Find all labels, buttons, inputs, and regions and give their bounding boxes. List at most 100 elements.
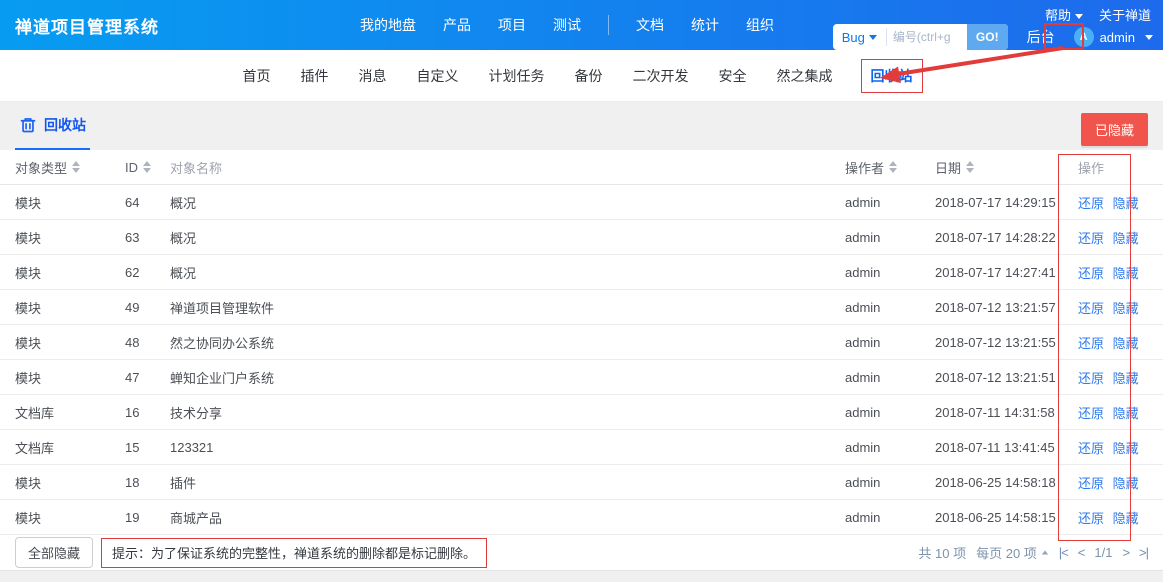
hide-link[interactable]: 隐藏 bbox=[1113, 196, 1139, 211]
hide-link[interactable]: 隐藏 bbox=[1113, 406, 1139, 421]
restore-link[interactable]: 还原 bbox=[1078, 336, 1104, 351]
cell-actions: 还原 隐藏 bbox=[1065, 368, 1148, 387]
sort-icon bbox=[966, 161, 974, 173]
subnav-item[interactable]: 备份 bbox=[573, 59, 605, 93]
pager-page-indicator: 1/1 bbox=[1094, 545, 1112, 560]
main-nav-item[interactable]: 统计 bbox=[691, 15, 719, 35]
column-header-type[interactable]: 对象类型 bbox=[15, 158, 125, 177]
cell-object-name: 技术分享 bbox=[170, 403, 845, 422]
about-link[interactable]: 关于禅道 bbox=[1099, 5, 1151, 24]
cell-date: 2018-07-17 14:29:15 bbox=[935, 195, 1065, 210]
restore-link[interactable]: 还原 bbox=[1078, 406, 1104, 421]
column-header-id[interactable]: ID bbox=[125, 160, 170, 175]
restore-link[interactable]: 还原 bbox=[1078, 231, 1104, 246]
cell-actor: admin bbox=[845, 195, 935, 210]
help-link[interactable]: 帮助 bbox=[1045, 5, 1083, 24]
section-title: 回收站 bbox=[44, 115, 86, 135]
cell-object-type: 模块 bbox=[15, 263, 125, 282]
go-button[interactable]: GO! bbox=[967, 24, 1008, 50]
chevron-down-icon bbox=[1075, 14, 1083, 19]
restore-link[interactable]: 还原 bbox=[1078, 196, 1104, 211]
main-nav-item[interactable]: 测试 bbox=[553, 15, 581, 35]
quick-search-group: Bug GO! bbox=[833, 24, 1008, 50]
admin-panel-link[interactable]: 后台 bbox=[1021, 25, 1061, 49]
hint-text: 提示：为了保证系统的完整性，禅道系统的删除都是标记删除。 bbox=[101, 538, 487, 568]
subnav-item[interactable]: 然之集成 bbox=[775, 59, 835, 93]
cell-id: 48 bbox=[125, 335, 170, 350]
hide-link[interactable]: 隐藏 bbox=[1113, 301, 1139, 316]
subnav-item[interactable]: 消息 bbox=[357, 59, 389, 93]
cell-date: 2018-07-11 14:31:58 bbox=[935, 405, 1065, 420]
cell-actions: 还原 隐藏 bbox=[1065, 508, 1148, 527]
cell-object-type: 文档库 bbox=[15, 438, 125, 457]
hide-link[interactable]: 隐藏 bbox=[1113, 476, 1139, 491]
cell-actor: admin bbox=[845, 440, 935, 455]
pager-prev-button[interactable]: < bbox=[1078, 545, 1085, 560]
hide-link[interactable]: 隐藏 bbox=[1113, 336, 1139, 351]
hide-link[interactable]: 隐藏 bbox=[1113, 441, 1139, 456]
table-row: 模块 62 概况 admin 2018-07-17 14:27:41 还原 隐藏 bbox=[0, 255, 1163, 290]
column-header-actor[interactable]: 操作者 bbox=[845, 158, 935, 177]
chevron-down-icon bbox=[1145, 35, 1153, 40]
subnav-item[interactable]: 二次开发 bbox=[631, 59, 691, 93]
hidden-filter-button[interactable]: 已隐藏 bbox=[1081, 113, 1148, 146]
restore-link[interactable]: 还原 bbox=[1078, 266, 1104, 281]
subnav-item[interactable]: 首页 bbox=[241, 59, 273, 93]
table-row: 模块 63 概况 admin 2018-07-17 14:28:22 还原 隐藏 bbox=[0, 220, 1163, 255]
cell-object-type: 模块 bbox=[15, 298, 125, 317]
subnav-item[interactable]: 安全 bbox=[717, 59, 749, 93]
table-row: 模块 49 禅道项目管理软件 admin 2018-07-12 13:21:57… bbox=[0, 290, 1163, 325]
pager-next-button[interactable]: > bbox=[1122, 545, 1129, 560]
subnav-item[interactable]: 回收站 bbox=[861, 59, 923, 93]
cell-id: 15 bbox=[125, 440, 170, 455]
cell-object-name: 概况 bbox=[170, 263, 845, 282]
cell-date: 2018-07-12 13:21:55 bbox=[935, 335, 1065, 350]
search-module-dropdown[interactable]: Bug bbox=[833, 24, 886, 50]
cell-actor: admin bbox=[845, 265, 935, 280]
hide-link[interactable]: 隐藏 bbox=[1113, 371, 1139, 386]
restore-link[interactable]: 还原 bbox=[1078, 511, 1104, 526]
pager-per-page[interactable]: 每页 20 项 bbox=[976, 543, 1049, 562]
restore-link[interactable]: 还原 bbox=[1078, 371, 1104, 386]
cell-actor: admin bbox=[845, 475, 935, 490]
app-title: 禅道项目管理系统 bbox=[15, 13, 159, 38]
header-toolbar: Bug GO! 后台 A admin bbox=[833, 24, 1153, 50]
cell-id: 19 bbox=[125, 510, 170, 525]
cell-id: 16 bbox=[125, 405, 170, 420]
user-menu[interactable]: A admin bbox=[1074, 27, 1153, 47]
sort-icon bbox=[72, 161, 80, 173]
restore-link[interactable]: 还原 bbox=[1078, 476, 1104, 491]
cell-object-name: 插件 bbox=[170, 473, 845, 492]
main-nav-item[interactable]: 组织 bbox=[746, 15, 774, 35]
hide-link[interactable]: 隐藏 bbox=[1113, 511, 1139, 526]
table-row: 模块 18 插件 admin 2018-06-25 14:58:18 还原 隐藏 bbox=[0, 465, 1163, 500]
cell-object-type: 模块 bbox=[15, 333, 125, 352]
subnav-item[interactable]: 计划任务 bbox=[487, 59, 547, 93]
subnav-item[interactable]: 插件 bbox=[299, 59, 331, 93]
table-row: 模块 47 蝉知企业门户系统 admin 2018-07-12 13:21:51… bbox=[0, 360, 1163, 395]
hide-all-button[interactable]: 全部隐藏 bbox=[15, 537, 93, 568]
hide-link[interactable]: 隐藏 bbox=[1113, 231, 1139, 246]
cell-object-name: 蝉知企业门户系统 bbox=[170, 368, 845, 387]
tab-recycle-bin[interactable]: 回收站 bbox=[15, 102, 90, 150]
subnav-item[interactable]: 自定义 bbox=[415, 59, 461, 93]
cell-object-name: 禅道项目管理软件 bbox=[170, 298, 845, 317]
pager-first-button[interactable]: |< bbox=[1059, 545, 1068, 560]
hide-link[interactable]: 隐藏 bbox=[1113, 266, 1139, 281]
sort-icon bbox=[889, 161, 897, 173]
column-header-date[interactable]: 日期 bbox=[935, 158, 1065, 177]
cell-object-type: 模块 bbox=[15, 473, 125, 492]
cell-date: 2018-07-12 13:21:57 bbox=[935, 300, 1065, 315]
main-nav-item[interactable]: 文档 bbox=[636, 15, 664, 35]
search-input[interactable] bbox=[887, 24, 967, 50]
restore-link[interactable]: 还原 bbox=[1078, 441, 1104, 456]
main-nav-item[interactable]: 我的地盘 bbox=[360, 15, 416, 35]
cell-actions: 还原 隐藏 bbox=[1065, 333, 1148, 352]
cell-id: 47 bbox=[125, 370, 170, 385]
restore-link[interactable]: 还原 bbox=[1078, 301, 1104, 316]
main-nav-item[interactable]: 项目 bbox=[498, 15, 526, 35]
cell-actions: 还原 隐藏 bbox=[1065, 298, 1148, 317]
cell-id: 18 bbox=[125, 475, 170, 490]
pager-last-button[interactable]: >| bbox=[1139, 545, 1148, 560]
main-nav-item[interactable]: 产品 bbox=[443, 15, 471, 35]
